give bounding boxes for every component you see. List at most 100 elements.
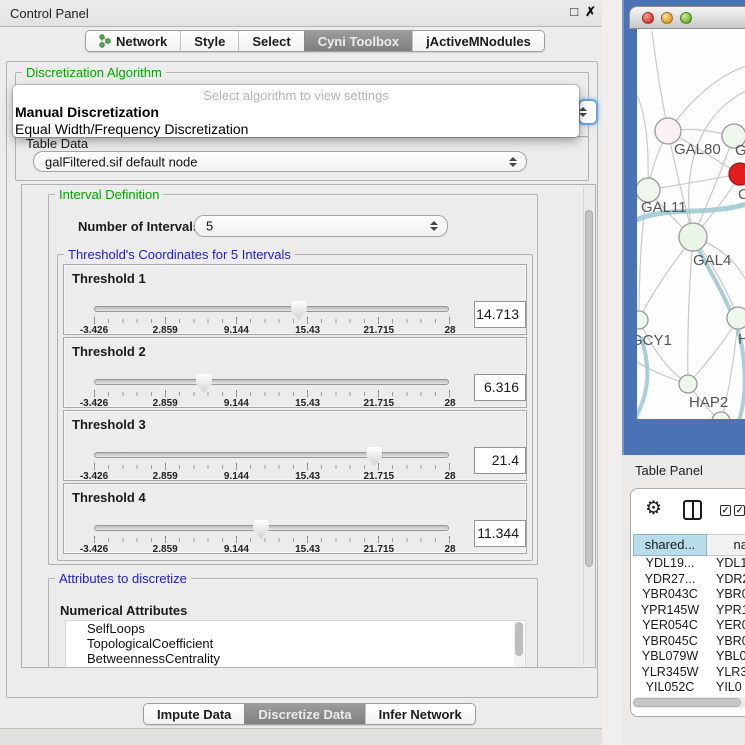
cyni-toolbox-panel: Discretization Algorithm Select algorith… — [6, 61, 598, 698]
checkbox-checked-icon[interactable]: ✓ — [734, 505, 745, 516]
tick-label: 28 — [444, 544, 455, 555]
tick-label: 15.43 — [295, 325, 320, 336]
cell-shared-name[interactable]: YLR345W — [633, 665, 707, 681]
slider-minor-ticks — [94, 465, 450, 469]
float-window-icon[interactable]: □ — [570, 4, 578, 20]
table-row[interactable]: YLR345WYLR3 — [633, 665, 745, 681]
table-row[interactable]: YBR045CYBR0 — [633, 634, 745, 650]
list-scrollbar-thumb[interactable] — [515, 622, 523, 656]
cell-name[interactable]: YPR1 — [707, 603, 745, 619]
attributes-group: Attributes to discretize Numerical Attri… — [48, 578, 538, 668]
cell-shared-name[interactable]: YPR145W — [633, 603, 707, 619]
threshold-slider-track[interactable] — [94, 452, 449, 458]
table-scrollbar-thumb[interactable] — [633, 698, 741, 707]
attributes-listbox[interactable]: SelfLoops TopologicalCoefficient Between… — [65, 620, 526, 668]
column-header-name[interactable]: na — [707, 534, 745, 556]
threshold-value-field[interactable]: 14.713 — [474, 301, 526, 328]
table-row[interactable]: YPR145WYPR1 — [633, 603, 745, 619]
list-item[interactable]: SelfLoops — [66, 621, 525, 636]
tab-label: Network — [116, 34, 167, 49]
cell-name[interactable]: YDR2 — [707, 572, 745, 588]
cell-shared-name[interactable]: YBL079W — [633, 649, 707, 665]
table-data-group: Table Data galFiltered.sif default node — [15, 136, 589, 181]
dropdown-option-equal-width[interactable]: Equal Width/Frequency Discretization — [13, 120, 579, 137]
zoom-traffic-light-icon[interactable] — [680, 12, 692, 24]
cell-shared-name[interactable]: YER054C — [633, 618, 707, 634]
slider-minor-ticks — [94, 392, 450, 396]
tab-cyni-toolbox[interactable]: Cyni Toolbox — [304, 31, 412, 51]
cell-name[interactable]: YBL0 — [707, 649, 745, 665]
cell-shared-name[interactable]: YBR043C — [633, 587, 707, 603]
tab-network[interactable]: Network — [86, 31, 180, 51]
threshold-value-field[interactable]: 6.316 — [474, 374, 526, 401]
threshold-3-panel: Threshold 3 -3.426 2.859 9.144 15.43 — [63, 410, 527, 481]
tab-label: Cyni Toolbox — [318, 34, 399, 49]
close-traffic-light-icon[interactable] — [642, 12, 654, 24]
dropdown-option-manual[interactable]: Manual Discretization — [13, 103, 579, 120]
table-row[interactable]: YIL052CYIL0 — [633, 680, 745, 695]
tick-label: 28 — [444, 471, 455, 482]
tick-label: 15.43 — [295, 398, 320, 409]
gear-icon[interactable]: ⚙ — [645, 498, 662, 520]
cell-shared-name[interactable]: YIL052C — [633, 680, 707, 695]
minimize-traffic-light-icon[interactable] — [661, 12, 673, 24]
tab-label: Select — [252, 34, 290, 49]
column-layout-icon[interactable] — [683, 500, 702, 520]
tab-style[interactable]: Style — [180, 31, 238, 51]
main-scrollbar[interactable] — [583, 187, 594, 665]
table-row[interactable]: YDL19...YDL1 — [633, 556, 745, 572]
dropdown-hint: Select algorithm to view settings — [13, 85, 579, 103]
tab-impute-data[interactable]: Impute Data — [144, 704, 244, 724]
table-row[interactable]: YBL079WYBL0 — [633, 649, 745, 665]
tick-label: -3.426 — [80, 471, 108, 482]
number-of-intervals-combobox[interactable]: 5 — [194, 215, 448, 237]
algorithm-combo-button[interactable] — [578, 99, 598, 125]
tab-label: Style — [194, 34, 225, 49]
threshold-slider-track[interactable] — [94, 379, 449, 385]
tick-label: 15.43 — [295, 544, 320, 555]
cell-name[interactable]: YLR3 — [707, 665, 745, 681]
network-window-titlebar[interactable] — [629, 6, 745, 29]
cell-name[interactable]: YER0 — [707, 618, 745, 634]
tab-select[interactable]: Select — [238, 31, 303, 51]
network-canvas[interactable]: GAL80 GA GAL11 GAL4 GCY1 H HAP2 C — [637, 29, 745, 419]
table-panel-region: Table Panel ⚙ ✓ ✓ shared... na YDL19...Y… — [622, 455, 745, 745]
threshold-slider-track[interactable] — [94, 525, 449, 531]
threshold-value-field[interactable]: 11.344 — [474, 520, 526, 547]
tab-discretize-data[interactable]: Discretize Data — [244, 704, 364, 724]
cell-shared-name[interactable]: YDR27... — [633, 572, 707, 588]
cell-name[interactable]: YIL0 — [707, 680, 745, 695]
table-row[interactable]: YBR043CYBR0 — [633, 587, 745, 603]
tick-label: -3.426 — [80, 544, 108, 555]
table-row[interactable]: YER054CYER0 — [633, 618, 745, 634]
tick-label: 21.715 — [364, 398, 395, 409]
threshold-slider-track[interactable] — [94, 306, 449, 312]
table-data-combobox[interactable]: galFiltered.sif default node — [33, 151, 527, 172]
bottom-tab-bar: Impute Data Discretize Data Infer Networ… — [143, 703, 476, 725]
list-item[interactable]: TopologicalCoefficient — [66, 636, 525, 651]
close-icon[interactable]: ✗ — [585, 4, 596, 20]
checkbox-checked-icon[interactable]: ✓ — [720, 505, 731, 516]
stepper-icon — [430, 221, 438, 231]
cell-name[interactable]: YBR0 — [707, 634, 745, 650]
table-horizontal-scrollbar[interactable] — [633, 697, 745, 708]
table-data-value: galFiltered.sif default node — [45, 154, 197, 169]
interval-definition-group: Interval Definition Number of Intervals … — [48, 194, 538, 565]
threshold-value-field[interactable]: 21.4 — [474, 447, 526, 474]
table-header-row: shared... na — [633, 534, 745, 556]
slider-minor-ticks — [94, 538, 450, 542]
cell-shared-name[interactable]: YBR045C — [633, 634, 707, 650]
tick-label: -3.426 — [80, 398, 108, 409]
list-scrollbar[interactable] — [514, 622, 524, 668]
cell-name[interactable]: YDL1 — [707, 556, 745, 572]
cell-shared-name[interactable]: YDL19... — [633, 556, 707, 572]
cell-name[interactable]: YBR0 — [707, 587, 745, 603]
main-scrollbar-thumb[interactable] — [585, 210, 593, 567]
list-item[interactable]: BetweennessCentrality — [66, 651, 525, 666]
table-row[interactable]: YDR27...YDR2 — [633, 572, 745, 588]
column-header-shared-name[interactable]: shared... — [633, 534, 707, 556]
tick-label: 9.144 — [224, 325, 249, 336]
tab-label: jActiveMNodules — [426, 34, 531, 49]
tab-infer-network[interactable]: Infer Network — [365, 704, 475, 724]
tab-jactivemnodules[interactable]: jActiveMNodules — [412, 31, 544, 51]
